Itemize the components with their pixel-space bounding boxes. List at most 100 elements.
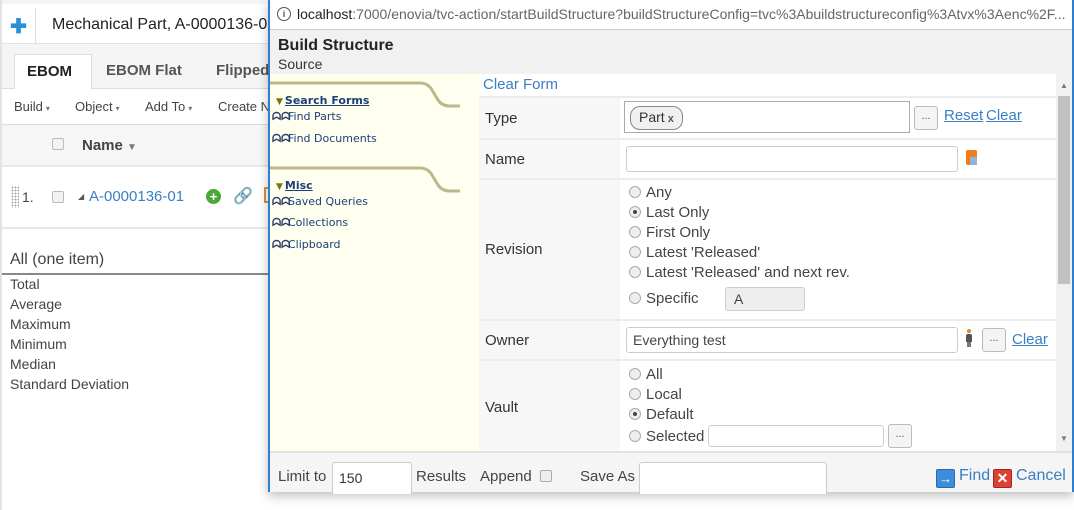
vault-browse-button[interactable]: ... (888, 424, 912, 448)
drag-handle-icon[interactable] (11, 186, 19, 208)
name-input[interactable] (626, 146, 958, 172)
vault-label: Vault (479, 361, 620, 451)
person-icon[interactable] (966, 329, 972, 347)
sidebar-item-find-documents[interactable]: ᗣᗣFind Documents (272, 132, 377, 146)
radio-button[interactable] (629, 266, 641, 278)
radio-button-selected[interactable] (629, 206, 641, 218)
revision-option-first-only[interactable]: First Only (629, 224, 710, 244)
column-header-name[interactable]: Name ▼ (82, 137, 137, 154)
tab-ebom-flat[interactable]: EBOM Flat (106, 54, 182, 89)
create-new-menu[interactable]: Create N (218, 99, 270, 114)
revision-row: Revision Any Last Only First Only Latest… (479, 178, 1056, 319)
summary-maximum: Maximum (10, 316, 71, 332)
chevron-down-icon: ▾ (45, 104, 50, 113)
revision-option-last-only[interactable]: Last Only (629, 204, 709, 224)
type-label: Type (479, 98, 620, 138)
collapse-triangle-icon: ▼ (276, 182, 283, 192)
type-clear-link[interactable]: Clear (986, 107, 1022, 124)
radio-button[interactable] (629, 186, 641, 198)
vault-option-all[interactable]: All (629, 366, 663, 386)
revision-option-latest-released-next[interactable]: Latest 'Released' and next rev. (629, 264, 850, 284)
find-button[interactable]: → Find (936, 467, 990, 488)
info-icon[interactable]: i (277, 7, 291, 21)
radio-button[interactable] (629, 226, 641, 238)
vault-option-default[interactable]: Default (629, 406, 694, 426)
type-browse-button[interactable]: ... (914, 106, 938, 130)
radio-button-selected[interactable] (629, 408, 641, 420)
owner-input[interactable]: Everything test (626, 327, 958, 353)
build-menu[interactable]: Build ▾ (14, 99, 50, 114)
scroll-down-arrow-icon[interactable]: ▼ (1056, 431, 1072, 447)
cancel-button[interactable]: ✕ Cancel (993, 467, 1066, 488)
radio-button[interactable] (629, 430, 641, 442)
sidebar-item-find-parts[interactable]: ᗣᗣFind Parts (272, 110, 341, 124)
toolbar: Build ▾ Object ▾ Add To ▾ Create N (2, 89, 282, 125)
plus-icon[interactable]: ✚ (2, 8, 36, 44)
owner-browse-button[interactable]: ... (982, 328, 1006, 352)
results-label: Results (416, 468, 467, 485)
add-to-menu[interactable]: Add To ▾ (145, 99, 192, 114)
vault-selected-input[interactable] (708, 425, 884, 447)
revision-option-specific[interactable]: Specific (629, 290, 699, 310)
binoculars-icon: ᗣᗣ (272, 110, 291, 123)
scroll-up-arrow-icon[interactable]: ▲ (1056, 78, 1072, 94)
tab-bar: EBOM EBOM Flat Flipped (2, 44, 282, 89)
close-icon: ✕ (993, 469, 1012, 488)
type-reset-link[interactable]: Reset (944, 107, 983, 124)
revision-option-latest-released[interactable]: Latest 'Released' (629, 244, 760, 264)
expand-triangle-icon[interactable]: ◢ (78, 192, 84, 201)
object-menu[interactable]: Object ▾ (75, 99, 120, 114)
vault-option-selected[interactable]: Selected (629, 428, 704, 448)
save-as-input[interactable] (639, 462, 827, 494)
object-header: ✚ Mechanical Part, A-0000136-01 (2, 0, 282, 44)
clipboard-icon[interactable] (966, 150, 977, 165)
vault-option-local[interactable]: Local (629, 386, 682, 406)
summary-heading: All (one item) (2, 248, 282, 275)
specific-revision-input[interactable]: A (725, 287, 805, 311)
revision-option-any[interactable]: Any (629, 184, 672, 204)
save-as-label: Save As (580, 468, 636, 485)
name-label: Name (479, 140, 620, 178)
owner-clear-link[interactable]: Clear (1012, 331, 1048, 348)
form-scrollbar[interactable]: ▲ ▼ (1056, 74, 1072, 451)
owner-row: Owner Everything test ... Clear (479, 319, 1056, 359)
clear-form-link[interactable]: Clear Form (483, 76, 558, 93)
search-form: Clear Form Type Part x ... Reset Clear Na… (479, 74, 1056, 451)
sidebar-item-collections[interactable]: ᗣᗣCollections (272, 216, 348, 230)
row-checkbox[interactable] (52, 191, 64, 203)
revision-label: Revision (479, 180, 620, 319)
search-sidebar: ▼ Search Forms ᗣᗣFind Parts ᗣᗣFind Docume… (270, 74, 479, 451)
summary-minimum: Minimum (10, 336, 67, 352)
name-row: Name (479, 138, 1056, 178)
radio-button[interactable] (629, 246, 641, 258)
part-link[interactable]: A-0000136-01 (89, 188, 184, 205)
sidebar-item-saved-queries[interactable]: ᗣᗣSaved Queries (272, 195, 368, 209)
sidebar-item-clipboard[interactable]: ᗣᗣClipboard (272, 238, 341, 252)
type-field[interactable]: Part x (624, 101, 910, 133)
radio-button[interactable] (629, 388, 641, 400)
summary-median: Median (10, 356, 56, 372)
table-row: 1. ◢ A-0000136-01 + 🔗 (2, 167, 282, 229)
radio-button[interactable] (629, 368, 641, 380)
chevron-down-icon: ▾ (188, 104, 193, 113)
sort-down-icon: ▼ (127, 142, 137, 153)
limit-input[interactable]: 150 (332, 462, 412, 494)
address-bar[interactable]: i localhost:7000/enovia/tvc-action/start… (270, 0, 1072, 30)
scrollbar-thumb[interactable] (1058, 96, 1070, 284)
summary-std-deviation: Standard Deviation (10, 376, 130, 392)
tab-flipped[interactable]: Flipped (216, 54, 269, 89)
section-search-forms[interactable]: ▼ Search Forms (270, 80, 479, 110)
dialog-footer: Limit to 150 Results Append Save As → Fin… (270, 451, 1072, 494)
select-all-checkbox[interactable] (52, 138, 64, 150)
link-icon[interactable]: 🔗 (233, 186, 253, 206)
binoculars-icon: ᗣᗣ (272, 195, 291, 208)
binoculars-icon: ᗣᗣ (272, 238, 291, 251)
radio-button[interactable] (629, 292, 641, 304)
append-checkbox[interactable] (540, 470, 552, 482)
add-icon[interactable]: + (206, 189, 221, 204)
row-index: 1. (22, 189, 34, 205)
arrow-right-icon: → (936, 469, 955, 488)
remove-chip-icon[interactable]: x (668, 113, 674, 125)
tab-ebom[interactable]: EBOM (14, 54, 92, 89)
section-misc[interactable]: ▼ Misc (270, 165, 479, 195)
